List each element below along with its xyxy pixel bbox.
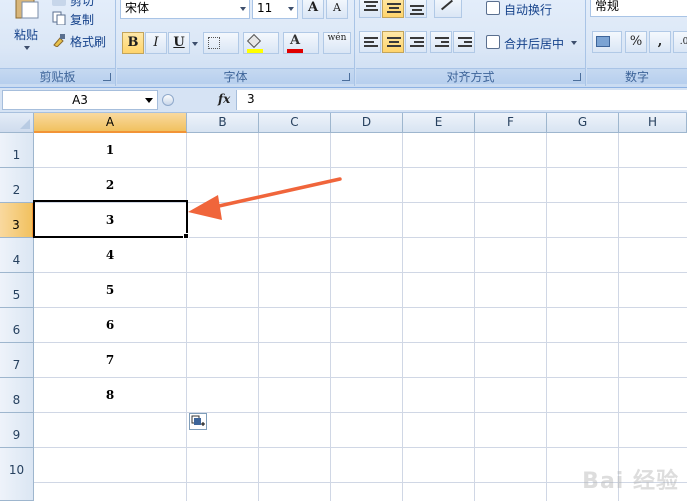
- alignment-launcher-icon[interactable]: [573, 73, 581, 81]
- bold-button[interactable]: B: [122, 32, 144, 54]
- accounting-icon: [596, 36, 610, 47]
- paste-dropdown-icon[interactable]: [24, 46, 30, 50]
- underline-label: U: [173, 35, 185, 50]
- grow-font-button[interactable]: A: [302, 0, 324, 19]
- number-group: 常规 % , .0 数字: [587, 0, 687, 86]
- clipboard-group-label: 剪贴板: [0, 68, 115, 84]
- font-size-combo[interactable]: 11: [252, 0, 298, 19]
- increase-decimal-button[interactable]: .0: [673, 31, 687, 53]
- font-name-dropdown-icon[interactable]: [240, 7, 246, 11]
- name-box[interactable]: A3: [2, 90, 158, 110]
- increase-indent-button[interactable]: [453, 31, 475, 53]
- border-button[interactable]: [203, 32, 239, 54]
- insert-function-icon[interactable]: fx: [218, 92, 230, 106]
- alignment-group-label: 对齐方式: [356, 68, 585, 84]
- fill-color-button[interactable]: [243, 32, 279, 54]
- align-left-button[interactable]: [359, 31, 381, 53]
- align-right-button[interactable]: [405, 31, 427, 53]
- formula-input[interactable]: 3: [236, 90, 687, 110]
- paste-button[interactable]: 粘贴: [14, 26, 38, 43]
- merge-center-icon[interactable]: [486, 35, 500, 49]
- shrink-font-button[interactable]: A: [326, 0, 348, 19]
- font-launcher-icon[interactable]: [342, 73, 350, 81]
- italic-button[interactable]: I: [145, 32, 167, 54]
- clipboard-group: 粘贴 剪切 复制 格式刷 剪贴板: [0, 0, 116, 86]
- font-group: 宋体 11 A A B I U A wén 字体: [117, 0, 355, 86]
- percent-label: %: [629, 34, 643, 49]
- formula-bar-grip-icon[interactable]: [162, 94, 174, 106]
- italic-label: I: [153, 35, 159, 50]
- copy-button[interactable]: 复制: [70, 11, 94, 28]
- font-size-dropdown-icon[interactable]: [288, 7, 294, 11]
- comma-label: ,: [657, 34, 663, 49]
- worksheet-grid: A B C D E F G H 1 2 3 4 5 6 7 8 9 10 1 2…: [0, 113, 687, 501]
- fill-color-swatch: [247, 49, 263, 53]
- underline-dropdown-icon[interactable]: [192, 42, 198, 46]
- align-center-button[interactable]: [382, 31, 404, 53]
- border-icon: [208, 37, 220, 49]
- font-color-label: A: [290, 33, 301, 48]
- cut-icon[interactable]: [52, 0, 66, 6]
- wrap-text-icon[interactable]: [486, 1, 500, 15]
- name-box-dropdown-icon[interactable]: [145, 98, 153, 103]
- percent-button[interactable]: %: [625, 31, 647, 53]
- font-size-value: 11: [257, 1, 273, 15]
- alignment-group: 自动换行 合并后居中 对齐方式: [356, 0, 586, 86]
- decrease-indent-button[interactable]: [430, 31, 452, 53]
- formula-bar: A3 fx 3: [0, 88, 687, 113]
- number-group-label: 数字: [587, 68, 687, 84]
- accounting-format-button[interactable]: [592, 31, 622, 53]
- format-painter-icon[interactable]: [52, 33, 66, 48]
- annotation-arrow: [188, 177, 342, 220]
- font-color-swatch: [287, 49, 303, 53]
- phonetic-label: wén: [327, 33, 347, 43]
- copy-icon[interactable]: [52, 11, 66, 26]
- merge-center-button[interactable]: 合并后居中: [504, 35, 564, 52]
- cut-button[interactable]: 剪切: [70, 0, 94, 9]
- shrink-font-label: A: [333, 1, 341, 14]
- align-top-button[interactable]: [359, 0, 381, 18]
- name-box-value: A3: [72, 93, 88, 107]
- format-painter-button[interactable]: 格式刷: [70, 33, 106, 50]
- ribbon: 粘贴 剪切 复制 格式刷 剪贴板 宋体 11 A A B I U A wén 字…: [0, 0, 687, 88]
- wrap-text-button[interactable]: 自动换行: [504, 1, 552, 18]
- underline-button[interactable]: U: [168, 32, 190, 54]
- orientation-button[interactable]: [434, 0, 462, 18]
- font-group-label: 字体: [117, 68, 354, 84]
- number-format-combo[interactable]: 常规: [590, 0, 687, 17]
- merge-center-dropdown-icon[interactable]: [571, 41, 577, 45]
- clipboard-launcher-icon[interactable]: [103, 73, 111, 81]
- phonetic-button[interactable]: wén: [323, 32, 351, 54]
- align-bottom-button[interactable]: [405, 0, 427, 18]
- paste-icon[interactable]: [14, 0, 40, 20]
- align-middle-button[interactable]: [382, 0, 404, 18]
- bold-label: B: [127, 35, 139, 50]
- fill-bucket-icon: [246, 33, 262, 49]
- grow-font-label: A: [307, 0, 319, 15]
- watermark: Bai 经验: [582, 469, 679, 494]
- font-name-combo[interactable]: 宋体: [120, 0, 250, 19]
- orientation-icon: [440, 0, 454, 11]
- font-name-value: 宋体: [125, 1, 150, 15]
- number-format-value: 常规: [595, 0, 620, 13]
- comma-button[interactable]: ,: [649, 31, 671, 53]
- font-color-button[interactable]: A: [283, 32, 319, 54]
